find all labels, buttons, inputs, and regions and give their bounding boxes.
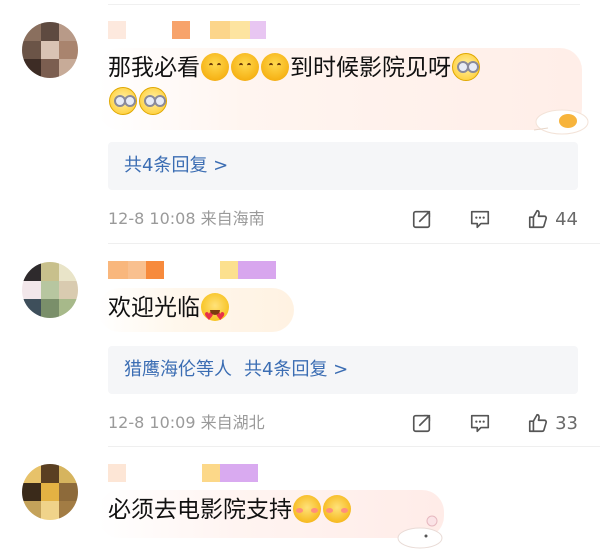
like-count: 44 bbox=[555, 208, 578, 230]
comment-content: 欢迎光临 bbox=[98, 288, 298, 337]
timestamp: 12-8 10:09 bbox=[108, 413, 196, 432]
location: 来自海南 bbox=[200, 209, 265, 228]
heart-eyes-emoji bbox=[201, 293, 229, 337]
divider bbox=[108, 446, 600, 447]
comment-text: 那我必看 bbox=[108, 55, 200, 81]
action-bar: 33 bbox=[411, 409, 578, 437]
comment-feed: 那我必看 到时候影院见呀 共4条回复 > 12-8 10:08 来自海南 44 bbox=[0, 0, 600, 556]
fried-egg-sticker bbox=[533, 109, 589, 135]
dizzy-emoji bbox=[452, 53, 480, 81]
action-bar: 44 bbox=[411, 205, 578, 233]
hug-emoji bbox=[261, 53, 289, 81]
replies-count[interactable]: 共4条回复 > bbox=[124, 155, 228, 176]
like-count: 33 bbox=[555, 412, 578, 434]
username-redacted[interactable] bbox=[108, 261, 276, 279]
hug-emoji bbox=[231, 53, 259, 81]
comment-icon[interactable] bbox=[469, 412, 491, 434]
comment-meta: 12-8 10:09 来自湖北 bbox=[108, 412, 265, 434]
dizzy-emoji bbox=[109, 87, 137, 115]
thumbs-up-icon[interactable] bbox=[527, 208, 549, 230]
divider bbox=[108, 4, 580, 5]
comment-content: 那我必看 到时候影院见呀 bbox=[98, 48, 584, 130]
replies-who[interactable]: 猎鹰海伦等人 bbox=[124, 359, 232, 380]
username-redacted[interactable] bbox=[108, 21, 266, 39]
avatar[interactable] bbox=[22, 262, 78, 318]
share-icon[interactable] bbox=[411, 208, 433, 230]
username-redacted[interactable] bbox=[108, 464, 258, 482]
replies-link[interactable]: 猎鹰海伦等人 共4条回复 > bbox=[108, 346, 578, 394]
timestamp: 12-8 10:08 bbox=[108, 209, 196, 228]
location: 来自湖北 bbox=[200, 413, 265, 432]
dizzy-emoji bbox=[139, 87, 167, 115]
comment-meta: 12-8 10:08 来自海南 bbox=[108, 208, 265, 230]
share-icon[interactable] bbox=[411, 412, 433, 434]
blush-emoji bbox=[293, 495, 321, 523]
comment-text: 欢迎光临 bbox=[108, 295, 200, 321]
comment-icon[interactable] bbox=[469, 208, 491, 230]
replies-count[interactable]: 共4条回复 > bbox=[244, 359, 348, 380]
thumbs-up-icon[interactable] bbox=[527, 412, 549, 434]
bunny-sticker bbox=[397, 515, 443, 549]
blush-emoji bbox=[323, 495, 351, 523]
comment-text: 必须去电影院支持 bbox=[108, 497, 292, 523]
replies-link[interactable]: 共4条回复 > bbox=[108, 142, 578, 190]
divider bbox=[108, 243, 600, 244]
comment-text: 到时候影院见呀 bbox=[290, 55, 451, 81]
hug-emoji bbox=[201, 53, 229, 81]
avatar[interactable] bbox=[22, 22, 78, 78]
avatar[interactable] bbox=[22, 464, 78, 520]
